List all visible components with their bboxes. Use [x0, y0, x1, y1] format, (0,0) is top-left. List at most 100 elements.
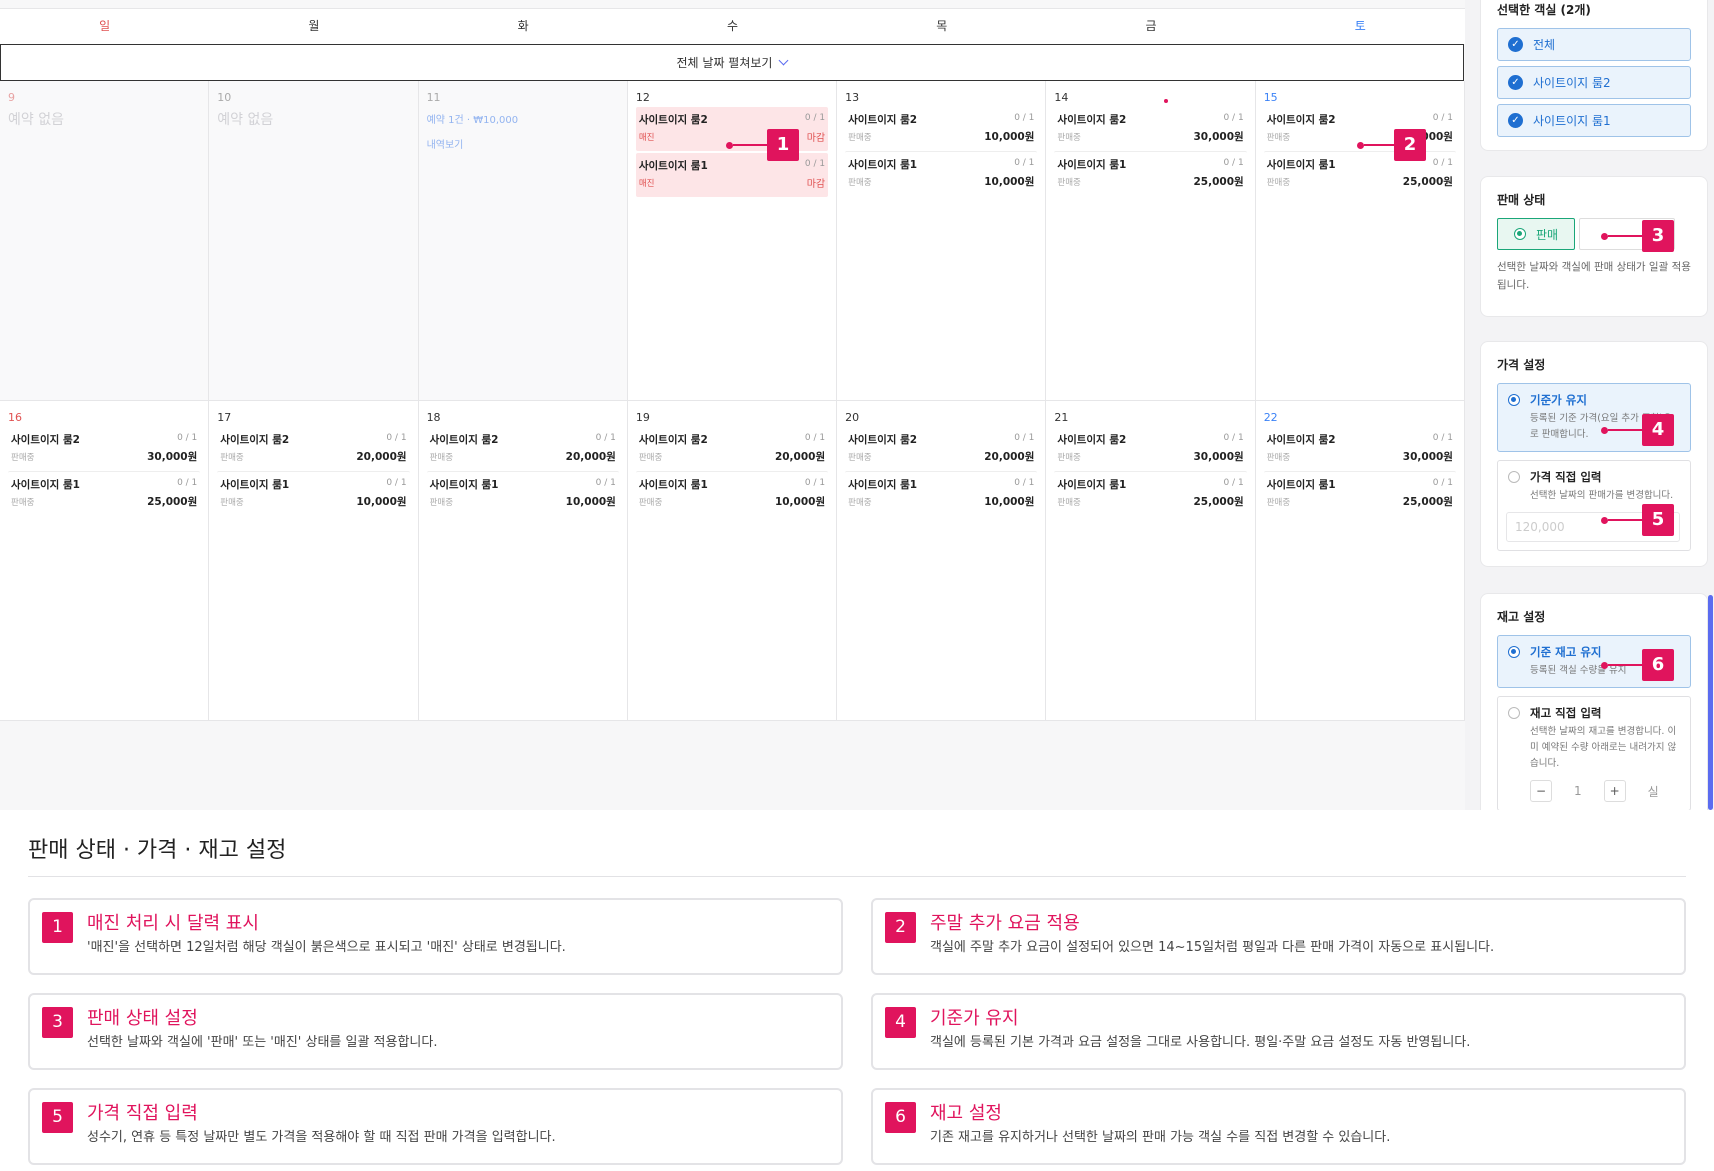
room-price: 25,000원 [1193, 496, 1244, 508]
help-card: 4 기준가 유지 객실에 등록된 기본 가격과 요금 설정을 그대로 사용합니다… [871, 993, 1686, 1070]
stock-plus-button[interactable]: + [1603, 780, 1626, 802]
room-chip-all[interactable]: ✓ 전체 [1497, 28, 1691, 61]
day-cell[interactable]: 11 예약 1건 · ₩10,000 내역보기 [418, 81, 628, 400]
room-slot[interactable]: 사이트이지 룸2 0 / 1 판매중 30,000원 [8, 427, 200, 471]
room-slot[interactable]: 사이트이지 룸2 0 / 1 판매중 30,000원 [1054, 427, 1246, 471]
room-price: 10,000원 [984, 131, 1035, 143]
room-slot[interactable]: 사이트이지 룸1 0 / 1 판매중 25,000원 [1263, 471, 1456, 515]
day-cell[interactable]: 22 사이트이지 룸2 0 / 1 판매중 30,000원 사이트이지 룸1 0… [1256, 401, 1465, 720]
room-slot[interactable]: 사이트이지 룸1 0 / 1 판매중 10,000원 [845, 471, 1038, 515]
day-cell[interactable]: 13 사이트이지 룸2 0 / 1 판매중 10,000원 사이트이지 룸1 0… [837, 81, 1047, 400]
room-slot[interactable]: 사이트이지 룸1 0 / 1 판매중 10,000원 [217, 471, 410, 515]
help-card-desc: 객실에 등록된 기본 가격과 요금 설정을 그대로 사용합니다. 평일·주말 요… [930, 1035, 1471, 1050]
price-keep-title: 기준가 유지 [1530, 393, 1587, 407]
day-number: 9 [8, 91, 15, 104]
room-slot[interactable]: 사이트이지 룸2 0 / 1 판매중 20,000원 [845, 427, 1037, 471]
room-slot[interactable]: 사이트이지 룸2 0 / 1 판매중 20,000원 [427, 427, 619, 471]
reservation-summary: 예약 1건 · ₩10,000 [426, 115, 519, 126]
view-detail-link[interactable]: 내역보기 [427, 136, 619, 151]
room-slot[interactable]: 사이트이지 룸2 0 / 1 판매중 20,000원 [217, 427, 409, 471]
check-icon: ✓ [1508, 113, 1523, 128]
weekday-mon: 월 [308, 19, 320, 33]
room-count: 0 / 1 [804, 113, 826, 123]
room-slot[interactable]: 사이트이지 룸1 0 / 1 판매중 10,000원 [845, 151, 1038, 195]
day-cell[interactable]: 16 사이트이지 룸2 0 / 1 판매중 30,000원 사이트이지 룸1 0… [0, 401, 210, 720]
room-price: 25,000원 [1402, 496, 1453, 508]
room-slot[interactable]: 사이트이지 룸2 0 / 1 판매중 10,000원 [845, 107, 1037, 151]
room-name: 사이트이지 룸1 [848, 479, 918, 491]
room-count: 0 / 1 [1432, 113, 1453, 123]
room-slot[interactable]: 사이트이지 룸1 0 / 1 판매중 10,000원 [635, 471, 829, 515]
sale-status-title: 판매 상태 [1497, 193, 1546, 207]
stock-minus-button[interactable]: − [1530, 780, 1552, 802]
sale-on-button[interactable]: 판매 [1497, 218, 1576, 250]
room-slot[interactable]: 사이트이지 룸1 0 / 1 판매중 10,000원 [426, 471, 619, 515]
help-card-number: 5 [42, 1102, 73, 1133]
room-name: 사이트이지 룸2 [1057, 434, 1127, 446]
callout-marker-4: 4 [1601, 414, 1674, 446]
room-slot[interactable]: 사이트이지 룸1 0 / 1 판매중 25,000원 [1054, 471, 1247, 515]
room-slot[interactable]: 사이트이지 룸2 0 / 1 판매중 20,000원 [636, 427, 828, 471]
day-cell[interactable]: 18 사이트이지 룸2 0 / 1 판매중 20,000원 사이트이지 룸1 0… [419, 401, 628, 720]
radio-icon [1508, 707, 1520, 719]
room-name: 사이트이지 룸1 [429, 479, 499, 491]
marker-line [1608, 235, 1642, 237]
room-slot[interactable]: 사이트이지 룸2 0 / 1 판매중 30,000원 [1264, 427, 1456, 471]
help-title: 판매 상태 · 가격 · 재고 설정 [28, 838, 287, 863]
settings-panel: 선택한 객실 (2개) ✓ 전체 ✓ 사이트이지 룸2 ✓ 사이트이지 룸1 판… [1465, 0, 1714, 810]
day-cell[interactable]: 21 사이트이지 룸2 0 / 1 판매중 30,000원 사이트이지 룸1 0… [1046, 401, 1256, 720]
day-number: 18 [426, 411, 441, 424]
room-name: 사이트이지 룸1 [848, 159, 918, 171]
sale-status-note: 선택한 날짜와 객실에 판매 상태가 일괄 적용됩니다. [1497, 261, 1691, 291]
calendar: 일 월 화 수 목 금 토 전체 날짜 펼쳐보기 9 예약 없음 10 예약 없… [0, 0, 1465, 810]
marker-dot [1601, 516, 1608, 524]
room-chip-room2[interactable]: ✓ 사이트이지 룸2 [1497, 66, 1691, 99]
help-card-number: 2 [885, 912, 916, 943]
day-cell[interactable]: 14 사이트이지 룸2 0 / 1 판매중 30,000원 사이트이지 룸1 0… [1046, 81, 1256, 400]
weekday-wed: 수 [726, 19, 738, 33]
help-card-desc: '매진'을 선택하면 12일처럼 해당 객실이 붉은색으로 표시되고 '매진' … [87, 940, 566, 955]
room-slot[interactable]: 사이트이지 룸1 0 / 1 판매중 25,000원 [1054, 151, 1247, 195]
room-name: 사이트이지 룸2 [1266, 114, 1336, 126]
stock-direct-desc: 선택한 날짜의 재고를 변경합니다. 이미 예약된 수량 아래로는 내려가지 않… [1530, 726, 1677, 769]
room-slot[interactable]: 사이트이지 룸1 0 / 1 판매중 25,000원 [8, 471, 201, 515]
panel-scrollbar[interactable] [1708, 595, 1713, 810]
help-card: 2 주말 추가 요금 적용 객실에 주말 추가 요금이 설정되어 있으면 14~… [871, 898, 1686, 975]
room-count: 0 / 1 [1223, 158, 1244, 168]
room-name: 사이트이지 룸2 [220, 434, 290, 446]
weekday-header: 일 월 화 수 목 금 토 [0, 8, 1465, 44]
room-status: 매진 [638, 179, 655, 189]
day-cell[interactable]: 10 예약 없음 [209, 81, 419, 400]
marker-line [733, 144, 767, 146]
expand-all-dates-button[interactable]: 전체 날짜 펼쳐보기 [0, 44, 1464, 81]
callout-marker-5: 5 [1601, 504, 1674, 536]
weekday-fri: 금 [1145, 19, 1157, 33]
room-name: 사이트이지 룸2 [1266, 434, 1336, 446]
day-number: 11 [426, 91, 441, 104]
room-chip-room1[interactable]: ✓ 사이트이지 룸1 [1497, 104, 1691, 137]
stock-direct-option[interactable]: 재고 직접 입력 선택한 날짜의 재고를 변경합니다. 이미 예약된 수량 아래… [1497, 696, 1691, 810]
stock-value: 1 [1574, 784, 1582, 798]
marker-dot [726, 141, 733, 149]
check-icon: ✓ [1508, 37, 1523, 52]
marker-dot [1601, 426, 1608, 434]
day-number: 21 [1054, 411, 1069, 424]
help-card-number: 4 [885, 1007, 916, 1038]
room-count: 0 / 1 [386, 433, 407, 443]
selected-rooms-card: 선택한 객실 (2개) ✓ 전체 ✓ 사이트이지 룸2 ✓ 사이트이지 룸1 [1480, 0, 1708, 151]
day-number: 15 [1263, 91, 1278, 104]
room-name: 사이트이지 룸2 [848, 114, 918, 126]
room-closed: 마감 [806, 133, 826, 144]
room-slot[interactable]: 사이트이지 룸2 0 / 1 판매중 30,000원 [1054, 107, 1246, 151]
help-card-desc: 선택한 날짜와 객실에 '판매' 또는 '매진' 상태를 일괄 적용합니다. [87, 1035, 438, 1050]
no-reservation-text: 예약 없음 [217, 112, 274, 128]
room-price: 10,000원 [984, 496, 1035, 508]
room-name: 사이트이지 룸2 [638, 114, 708, 126]
day-cell[interactable]: 19 사이트이지 룸2 0 / 1 판매중 20,000원 사이트이지 룸1 0… [628, 401, 838, 720]
day-cell[interactable]: 20 사이트이지 룸2 0 / 1 판매중 20,000원 사이트이지 룸1 0… [837, 401, 1047, 720]
day-cell[interactable]: 9 예약 없음 [0, 81, 210, 400]
day-cell[interactable]: 17 사이트이지 룸2 0 / 1 판매중 20,000원 사이트이지 룸1 0… [209, 401, 419, 720]
marker-line [1364, 144, 1394, 146]
room-price: 30,000원 [147, 451, 198, 463]
room-count: 0 / 1 [1223, 433, 1244, 443]
